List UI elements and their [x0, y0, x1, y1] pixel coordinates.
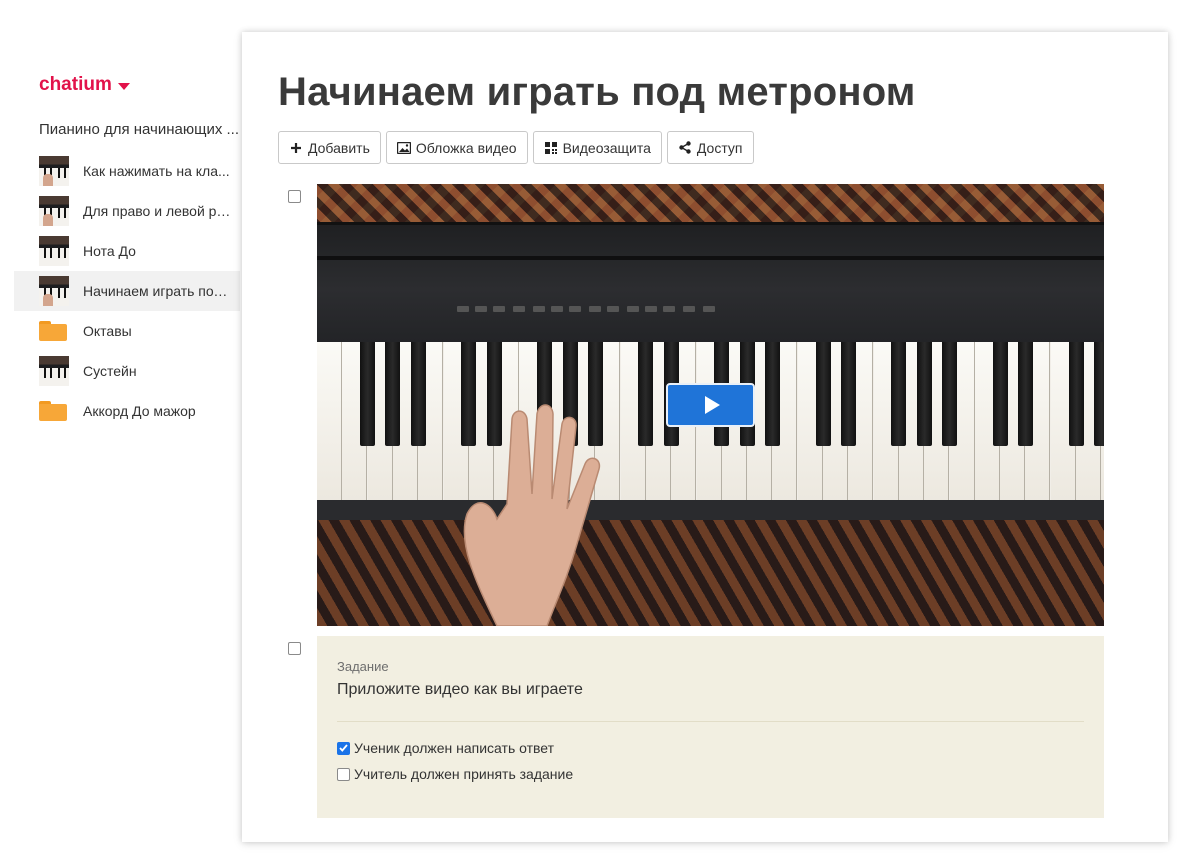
sidebar-item-label: Аккорд До мажор	[83, 403, 196, 419]
video-cover-button-label: Обложка видео	[415, 139, 517, 156]
piano-panel-button	[513, 306, 525, 312]
sidebar-item-label: Как нажимать на кла...	[83, 163, 230, 179]
access-button[interactable]: Доступ	[666, 131, 754, 164]
sidebar-item-label: Нота До	[83, 243, 136, 259]
piano-panel-line	[317, 256, 1104, 260]
course-title[interactable]: Пианино для начинающих ...	[39, 121, 239, 138]
piano-panel-button	[475, 306, 487, 312]
sidebar-item-lesson-1[interactable]: Как нажимать на кла...	[14, 151, 240, 191]
teacher-accept-label: Учитель должен принять задание	[354, 766, 574, 782]
task-select-checkbox[interactable]	[288, 642, 301, 655]
piano-black-key	[410, 342, 426, 446]
piano-black-key	[1093, 342, 1104, 446]
task-label: Задание	[337, 659, 389, 674]
sidebar-item-label: Для право и левой ру...	[83, 203, 233, 219]
sidebar-item-label: Начинаем играть под...	[83, 283, 233, 299]
brand-menu[interactable]: chatium	[39, 74, 130, 96]
piano-black-key	[1068, 342, 1084, 446]
answer-required-label: Ученик должен написать ответ	[354, 740, 555, 756]
add-button-label: Добавить	[308, 139, 370, 156]
lesson-nav: Как нажимать на кла... Для право и левой…	[14, 151, 240, 431]
task-block: Задание Приложите видео как вы играете У…	[317, 636, 1104, 818]
piano-panel-button	[703, 306, 715, 312]
piano-panel-button	[533, 306, 545, 312]
piano-black-key	[916, 342, 932, 446]
piano-black-key	[992, 342, 1008, 446]
piano-panel-button	[589, 306, 601, 312]
piano-black-key	[385, 342, 401, 446]
answer-required-option[interactable]: Ученик должен написать ответ	[337, 740, 1084, 756]
piano-black-key	[360, 342, 376, 446]
piano-white-key	[317, 342, 342, 502]
toolbar: Добавить Обложка видео Видеозащита Досту…	[278, 131, 754, 164]
play-button[interactable]	[666, 383, 755, 427]
video-thumbnail-icon	[39, 156, 69, 186]
divider	[337, 721, 1084, 722]
brand-logo: chatium	[39, 74, 112, 95]
piano-black-key	[942, 342, 957, 446]
check-icon	[339, 744, 348, 752]
piano-black-key	[764, 342, 780, 446]
video-select-checkbox[interactable]	[288, 190, 301, 203]
video-cover-button[interactable]: Обложка видео	[385, 131, 528, 164]
folder-icon	[39, 401, 67, 421]
task-text[interactable]: Приложите видео как вы играете	[337, 681, 1084, 699]
video-protection-button[interactable]: Видеозащита	[532, 131, 662, 164]
lesson-card: Начинаем играть под метроном Добавить Об…	[242, 32, 1168, 842]
piano-panel-button	[683, 306, 695, 312]
video-thumbnail-icon	[39, 356, 69, 386]
sidebar-item-lesson-2[interactable]: Для право и левой ру...	[14, 191, 240, 231]
share-icon	[678, 141, 692, 155]
piano-image	[317, 222, 1104, 342]
piano-panel-button	[457, 306, 469, 312]
piano-black-key	[891, 342, 907, 446]
add-button[interactable]: Добавить	[278, 131, 381, 164]
piano-black-key	[638, 342, 654, 446]
piano-panel-button	[663, 306, 675, 312]
sidebar-item-label: Сустейн	[83, 363, 137, 379]
sidebar-item-lesson-3[interactable]: Нота До	[14, 231, 240, 271]
piano-panel-button	[627, 306, 639, 312]
teacher-accept-checkbox[interactable]	[337, 767, 350, 781]
plus-icon	[289, 141, 303, 155]
piano-black-key	[815, 342, 831, 446]
video-protection-button-label: Видеозащита	[562, 139, 651, 156]
piano-panel-button	[607, 306, 619, 312]
piano-key-front	[317, 500, 1104, 520]
folder-icon	[39, 321, 67, 341]
video-thumbnail-icon	[39, 196, 69, 226]
access-button-label: Доступ	[696, 139, 743, 156]
caret-down-icon	[117, 83, 130, 90]
piano-panel-button	[551, 306, 563, 312]
sidebar-item-lesson-sustain[interactable]: Сустейн	[14, 351, 240, 391]
sidebar: chatium Пианино для начинающих ... Как н…	[0, 0, 240, 866]
piano-black-key	[1017, 342, 1033, 446]
floor-rug-image	[317, 520, 1104, 626]
qr-grid-icon	[544, 141, 558, 155]
hand-image	[463, 404, 601, 626]
sidebar-item-folder-chord[interactable]: Аккорд До мажор	[14, 391, 240, 431]
video-player[interactable]	[317, 184, 1104, 626]
piano-panel-button	[645, 306, 657, 312]
video-thumbnail-icon	[39, 236, 69, 266]
image-icon	[396, 141, 411, 155]
play-icon	[705, 396, 720, 414]
page-title[interactable]: Начинаем играть под метроном	[278, 70, 916, 115]
video-thumbnail-icon	[39, 276, 69, 306]
sidebar-item-folder-octaves[interactable]: Октавы	[14, 311, 240, 351]
piano-panel-button	[569, 306, 581, 312]
sidebar-item-label: Октавы	[83, 323, 132, 339]
piano-panel-button	[493, 306, 505, 312]
teacher-accept-option[interactable]: Учитель должен принять задание	[337, 766, 1084, 782]
piano-black-key	[840, 342, 856, 446]
answer-required-checkbox[interactable]	[337, 741, 350, 755]
sidebar-item-lesson-4[interactable]: Начинаем играть под...	[14, 271, 240, 311]
